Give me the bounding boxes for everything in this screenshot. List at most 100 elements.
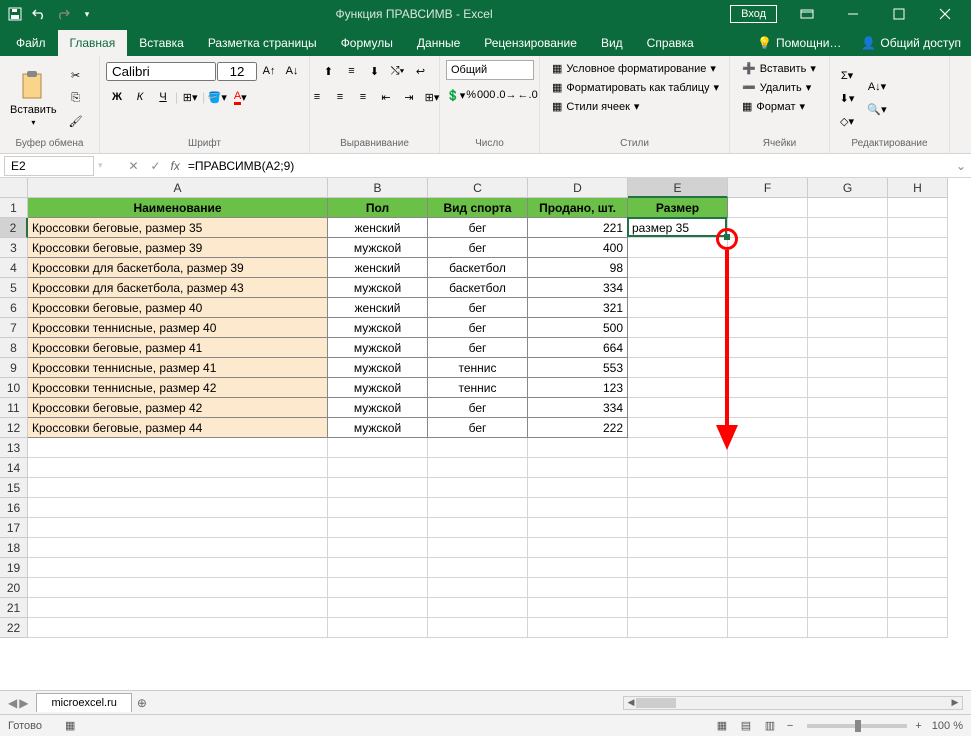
cell[interactable] (28, 538, 328, 558)
cell[interactable] (888, 238, 948, 258)
cell[interactable]: 98 (528, 258, 628, 278)
tell-me[interactable]: 💡Помощни… (747, 30, 851, 56)
row-header-22[interactable]: 22 (0, 618, 28, 638)
dec-decimal-icon[interactable]: ←.0 (518, 84, 538, 106)
delete-cells-button[interactable]: ➖Удалить▾ (736, 79, 823, 96)
cell[interactable] (728, 358, 808, 378)
currency-icon[interactable]: 💲▾ (446, 84, 465, 106)
minimize-icon[interactable] (831, 0, 875, 28)
cell[interactable] (808, 338, 888, 358)
cell[interactable] (428, 558, 528, 578)
cell[interactable]: мужской (328, 338, 428, 358)
tab-review[interactable]: Рецензирование (472, 30, 589, 56)
font-color-icon[interactable]: A▾ (229, 86, 251, 108)
cell[interactable] (888, 278, 948, 298)
cell[interactable]: теннис (428, 378, 528, 398)
cell[interactable] (728, 598, 808, 618)
row-header-5[interactable]: 5 (0, 278, 28, 298)
cell[interactable]: Кроссовки беговые, размер 44 (28, 418, 328, 438)
indent-dec-icon[interactable]: ⇤ (375, 86, 397, 108)
cell[interactable] (808, 478, 888, 498)
cell[interactable]: 221 (528, 218, 628, 238)
cell[interactable] (728, 578, 808, 598)
cell[interactable] (628, 298, 728, 318)
cell[interactable]: мужской (328, 398, 428, 418)
cell[interactable] (628, 518, 728, 538)
cell[interactable]: Вид спорта (428, 198, 528, 218)
cell[interactable] (528, 478, 628, 498)
font-name-select[interactable] (106, 62, 216, 81)
cell[interactable]: Кроссовки для баскетбола, размер 43 (28, 278, 328, 298)
cell[interactable] (628, 578, 728, 598)
cell[interactable] (808, 598, 888, 618)
cell[interactable]: женский (328, 218, 428, 238)
wrap-icon[interactable]: ↩ (410, 60, 432, 82)
cell[interactable]: бег (428, 318, 528, 338)
cell[interactable] (28, 518, 328, 538)
cell[interactable] (628, 618, 728, 638)
cell[interactable] (728, 378, 808, 398)
row-header-8[interactable]: 8 (0, 338, 28, 358)
cell[interactable]: Пол (328, 198, 428, 218)
insert-cells-button[interactable]: ➕Вставить▾ (736, 60, 823, 77)
cell[interactable] (888, 298, 948, 318)
cell[interactable]: 400 (528, 238, 628, 258)
cell[interactable] (328, 438, 428, 458)
cell[interactable] (888, 318, 948, 338)
sheet-nav-prev-icon[interactable]: ◀ (8, 696, 17, 710)
cell[interactable] (808, 518, 888, 538)
view-layout-icon[interactable]: ▤ (735, 717, 757, 735)
cell[interactable]: Кроссовки теннисные, размер 41 (28, 358, 328, 378)
row-header-10[interactable]: 10 (0, 378, 28, 398)
row-header-20[interactable]: 20 (0, 578, 28, 598)
cell[interactable] (888, 578, 948, 598)
cell[interactable] (728, 318, 808, 338)
column-headers[interactable]: ABCDEFGH (28, 178, 971, 198)
cell[interactable]: 553 (528, 358, 628, 378)
row-header-3[interactable]: 3 (0, 238, 28, 258)
row-header-12[interactable]: 12 (0, 418, 28, 438)
cell[interactable]: мужской (328, 278, 428, 298)
cell[interactable] (428, 598, 528, 618)
cell[interactable] (808, 298, 888, 318)
tab-file[interactable]: Файл (4, 30, 58, 56)
cell[interactable] (528, 518, 628, 538)
cell[interactable] (28, 578, 328, 598)
format-cells-button[interactable]: ▦Формат▾ (736, 98, 823, 115)
cell[interactable]: женский (328, 298, 428, 318)
cell[interactable] (728, 298, 808, 318)
cell[interactable] (328, 518, 428, 538)
cell[interactable] (808, 538, 888, 558)
cell[interactable]: мужской (328, 378, 428, 398)
horizontal-scrollbar[interactable]: ◀ ▶ (623, 696, 963, 710)
cell[interactable] (728, 518, 808, 538)
align-left-icon[interactable]: ≡ (306, 86, 328, 108)
cell[interactable] (808, 578, 888, 598)
cell[interactable]: бег (428, 418, 528, 438)
row-header-1[interactable]: 1 (0, 198, 28, 218)
cell[interactable] (888, 498, 948, 518)
cell[interactable] (728, 498, 808, 518)
cell[interactable] (628, 398, 728, 418)
cell[interactable] (528, 618, 628, 638)
redo-icon[interactable] (52, 3, 74, 25)
inc-decimal-icon[interactable]: .0→ (496, 84, 516, 106)
cell[interactable] (328, 538, 428, 558)
cell[interactable] (628, 498, 728, 518)
cell[interactable] (888, 418, 948, 438)
expand-formulabar-icon[interactable]: ⌄ (951, 159, 971, 173)
zoom-in-icon[interactable]: + (915, 720, 921, 732)
cell[interactable]: Размер (628, 198, 728, 218)
row-headers[interactable]: 12345678910111213141516171819202122 (0, 198, 28, 638)
orientation-icon[interactable]: ⤭▾ (387, 60, 409, 82)
tab-data[interactable]: Данные (405, 30, 472, 56)
col-header-G[interactable]: G (808, 178, 888, 198)
cell[interactable] (428, 458, 528, 478)
cell[interactable] (428, 518, 528, 538)
cell[interactable] (428, 498, 528, 518)
cell[interactable] (888, 438, 948, 458)
cancel-formula-icon[interactable]: ✕ (123, 155, 145, 177)
font-size-select[interactable] (217, 62, 257, 81)
cell[interactable] (808, 198, 888, 218)
cell[interactable] (528, 558, 628, 578)
